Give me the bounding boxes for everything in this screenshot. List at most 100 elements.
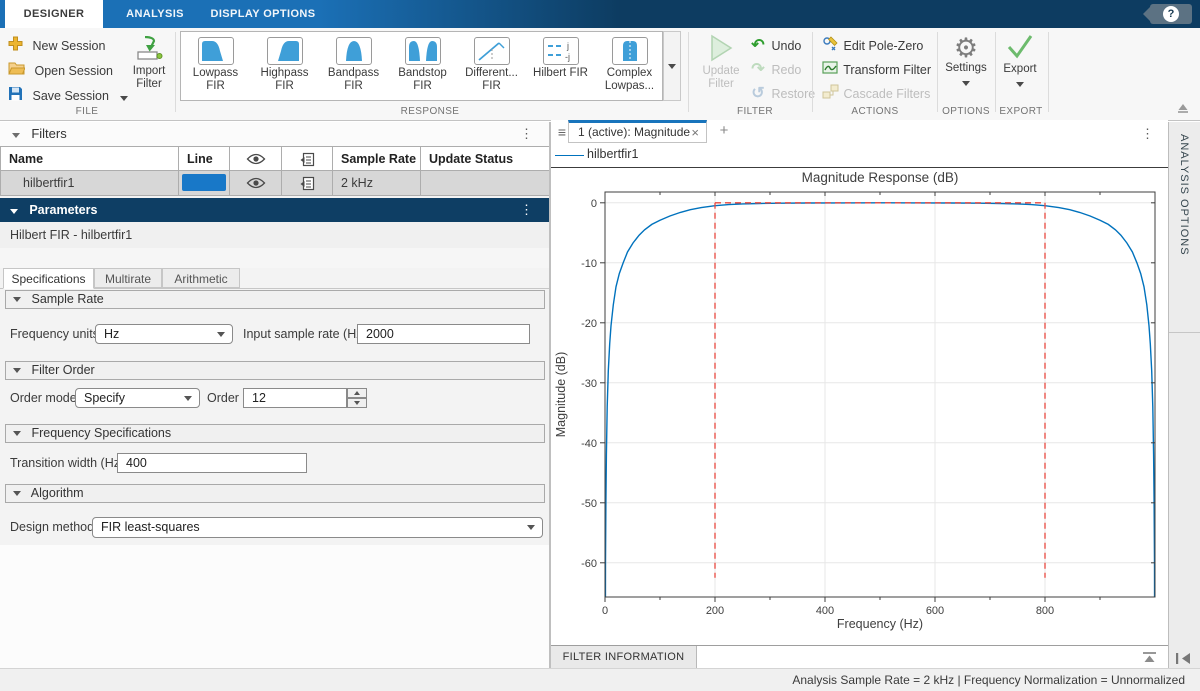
response-complex-lowpass[interactable]: Complex Lowpas... [595,32,664,100]
column-header-line[interactable]: Line [179,146,230,171]
close-tab-icon[interactable]: × [691,124,699,142]
gallery-label: Lowpass [181,67,250,80]
response-hilbert-fir[interactable]: j-j Hilbert FIR [526,32,595,100]
filters-panel-title: Filters [31,126,66,141]
magnitude-response-chart[interactable]: 02004006008000-10-20-30-40-50-60Magnitud… [551,168,1168,645]
parameters-menu-icon[interactable]: ⋮ [520,199,533,221]
response-highpass-fir[interactable]: Highpass FIR [250,32,319,100]
update-filter-label-1: Update [698,65,744,78]
filter-information-tab[interactable]: FILTER INFORMATION [551,646,697,668]
filters-panel-header[interactable]: Filters ⋮ [0,122,549,146]
filters-menu-icon[interactable]: ⋮ [520,123,533,145]
sample-rate-section-header[interactable]: Sample Rate [5,290,545,309]
new-plot-tab-button[interactable]: + [716,123,732,139]
design-method-value: FIR least-squares [101,520,200,534]
design-method-select[interactable]: FIR least-squares [92,517,543,538]
file-section-label: FILE [76,106,99,117]
save-session-chevron-down-icon[interactable] [120,96,128,101]
filter-visibility-cell[interactable] [230,171,282,196]
import-filter-icon [135,36,163,62]
cascade-filters-button[interactable]: Cascade Filters [820,83,930,105]
undo-button[interactable]: ↶ Undo [748,35,801,57]
section-divider [812,32,813,112]
analysis-options-tab[interactable]: ANALYSIS OPTIONS [1169,122,1200,333]
expand-panel-icon[interactable] [1141,651,1158,664]
redo-icon: ↷ [748,59,768,81]
frequency-units-value: Hz [104,327,119,341]
eye-icon [246,177,266,189]
tab-display-options[interactable]: DISPLAY OPTIONS [207,0,319,28]
parameters-tab-bar: Specifications Multirate Arithmetic [0,268,549,289]
tab-specifications[interactable]: Specifications [3,268,94,289]
collapse-right-panel-icon[interactable] [1175,652,1192,665]
filter-line-cell[interactable] [179,171,230,196]
magnitude-plot-tab[interactable]: 1 (active): Magnitude × [568,120,707,143]
svg-text:400: 400 [816,605,834,617]
algorithm-section-header[interactable]: Algorithm [5,484,545,503]
lowpass-icon [198,37,234,65]
parameters-subtitle-row: Hilbert FIR - hilbertfir1 [0,222,549,248]
collapse-ribbon-button[interactable] [1176,102,1190,114]
response-bandpass-fir[interactable]: Bandpass FIR [319,32,388,100]
transform-filter-button[interactable]: Transform Filter [820,59,931,81]
update-filter-play-icon [708,34,734,62]
svg-text:Frequency (Hz): Frequency (Hz) [837,617,923,631]
svg-text:800: 800 [1036,605,1054,617]
legend-line [555,155,584,156]
help-button[interactable]: ? [1150,4,1192,24]
gallery-label: Complex [595,67,664,80]
collapse-filters-icon[interactable] [12,133,20,138]
restore-button[interactable]: ↺ Restore [748,83,815,105]
update-filter-button[interactable]: Update Filter [698,34,744,91]
plot-menu-icon[interactable]: ⋮ [1141,123,1154,145]
stepper-up-button[interactable] [347,388,367,398]
line-color-swatch[interactable] [182,174,226,191]
response-lowpass-fir[interactable]: Lowpass FIR [181,32,250,100]
save-session-button[interactable]: Save Session [8,86,128,106]
redo-button[interactable]: ↷ Redo [748,59,801,81]
parameters-panel-header[interactable]: Parameters ⋮ [0,198,549,222]
tab-multirate[interactable]: Multirate [94,268,162,288]
collapse-parameters-icon[interactable] [10,209,18,214]
column-header-sample-rate[interactable]: Sample Rate [333,146,421,171]
order-field[interactable] [243,388,347,408]
input-sample-rate-field[interactable] [357,324,530,344]
filter-info-cell[interactable] [282,171,333,196]
column-header-info[interactable] [282,146,333,171]
edit-pole-zero-button[interactable]: Edit Pole-Zero [820,35,923,57]
filter-information-bar: FILTER INFORMATION [551,645,1168,668]
tab-arithmetic[interactable]: Arithmetic [162,268,240,288]
frequency-specifications-section-header[interactable]: Frequency Specifications [5,424,545,443]
open-session-button[interactable]: Open Session [8,61,113,81]
order-mode-select[interactable]: Specify [75,388,200,408]
gallery-label: Highpass [250,67,319,80]
actions-section-label: ACTIONS [851,106,898,117]
gallery-label: FIR [250,80,319,93]
section-divider [175,32,176,112]
save-floppy-icon [8,86,23,101]
tab-analysis[interactable]: ANALYSIS [103,0,207,28]
stepper-down-button[interactable] [347,398,367,408]
import-filter-button[interactable]: Import Filter [126,36,172,91]
export-button[interactable]: Export [996,34,1044,90]
gallery-expand-button[interactable] [663,31,681,101]
column-header-update-status[interactable]: Update Status [421,146,549,171]
response-bandstop-fir[interactable]: Bandstop FIR [388,32,457,100]
bandstop-icon [405,37,441,65]
transition-width-field[interactable] [117,453,307,473]
response-differentiator-fir[interactable]: Different... FIR [457,32,526,100]
chevron-down-icon [217,332,225,337]
column-header-visibility[interactable] [230,146,282,171]
filter-name-cell[interactable]: hilbertfir1 [0,171,179,196]
column-header-name[interactable]: Name [0,146,179,171]
frequency-units-select[interactable]: Hz [95,324,233,344]
filter-section-label: FILTER [737,106,773,117]
tab-designer[interactable]: DESIGNER [5,0,103,28]
filter-order-section-header[interactable]: Filter Order [5,361,545,380]
new-session-button[interactable]: New Session [8,36,105,56]
collapse-section-icon [13,297,21,302]
settings-label: Settings [940,62,992,75]
settings-button[interactable]: ⚙ Settings [940,34,992,89]
section-divider [1048,32,1049,112]
collapse-section-icon [13,368,21,373]
